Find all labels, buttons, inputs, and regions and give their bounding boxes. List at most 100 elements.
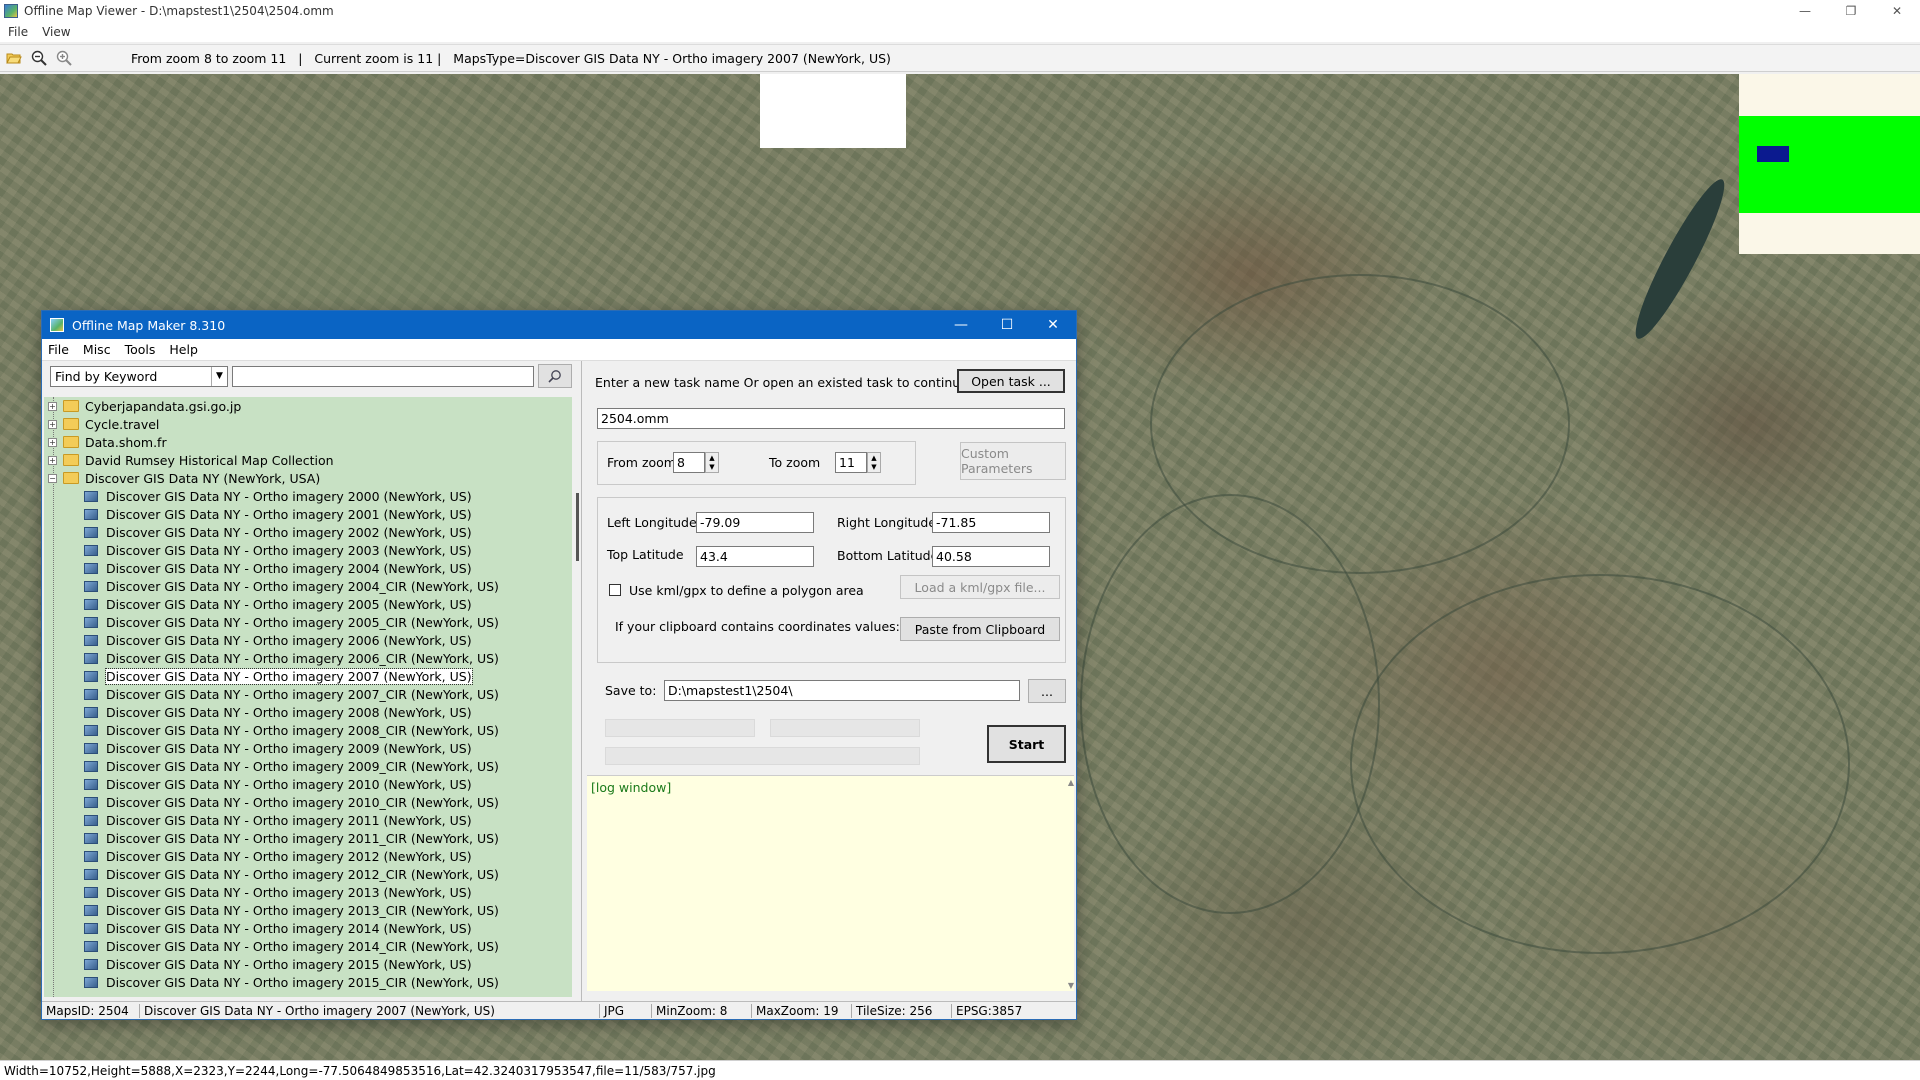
zoom-out-icon[interactable] [28,47,50,69]
tree-map-item[interactable]: Discover GIS Data NY - Ortho imagery 200… [44,595,572,613]
save-to-input[interactable]: D:\mapstest1\2504\ [664,680,1020,701]
tree-map-item[interactable]: Discover GIS Data NY - Ortho imagery 200… [44,667,572,685]
from-zoom-input[interactable]: 8 [673,452,705,473]
close-button[interactable]: ✕ [1874,0,1920,22]
dialog-close-button[interactable]: ✕ [1030,311,1076,339]
dialog-menu-file[interactable]: File [48,342,69,357]
missing-tile [760,74,906,148]
collapse-icon[interactable]: − [48,473,57,483]
menu-file[interactable]: File [8,25,28,39]
to-zoom-spinner[interactable]: ▲ ▼ [867,452,881,473]
overview-coverage [1739,116,1920,213]
browse-button[interactable]: ... [1028,679,1066,703]
tree-folder-open[interactable]: − Discover GIS Data NY (NewYork, USA) [44,469,572,487]
tree-map-item[interactable]: Discover GIS Data NY - Ortho imagery 201… [44,865,572,883]
map-layer-icon [84,850,98,862]
task-name-input[interactable]: 2504.omm [597,408,1065,429]
map-item-label: Discover GIS Data NY - Ortho imagery 201… [106,974,499,990]
dialog-titlebar[interactable]: Offline Map Maker 8.310 — ☐ ✕ [42,311,1076,339]
tree-map-item[interactable]: Discover GIS Data NY - Ortho imagery 200… [44,685,572,703]
tree-map-item[interactable]: Discover GIS Data NY - Ortho imagery 201… [44,793,572,811]
dialog-minimize-button[interactable]: — [938,311,984,339]
map-layer-icon [84,868,98,880]
tree-map-item[interactable]: Discover GIS Data NY - Ortho imagery 200… [44,505,572,523]
tree-map-item[interactable]: Discover GIS Data NY - Ortho imagery 201… [44,937,572,955]
expand-icon[interactable]: + [48,455,57,465]
bottom-latitude-input[interactable]: 40.58 [932,546,1050,567]
map-item-label: Discover GIS Data NY - Ortho imagery 200… [106,488,472,504]
tree-map-item[interactable]: Discover GIS Data NY - Ortho imagery 200… [44,631,572,649]
map-layer-icon [84,760,98,772]
tree-map-item[interactable]: Discover GIS Data NY - Ortho imagery 201… [44,901,572,919]
tree-map-item[interactable]: Discover GIS Data NY - Ortho imagery 200… [44,739,572,757]
map-layer-icon [84,616,98,628]
from-zoom-label: From zoom [607,455,676,470]
maximize-button[interactable]: ❐ [1828,0,1874,22]
map-item-label: Discover GIS Data NY - Ortho imagery 200… [106,758,499,774]
tree-map-item[interactable]: Discover GIS Data NY - Ortho imagery 201… [44,811,572,829]
paste-clipboard-button[interactable]: Paste from Clipboard [900,617,1060,641]
scrollbar-thumb[interactable] [576,493,579,561]
tree-map-item[interactable]: Discover GIS Data NY - Ortho imagery 200… [44,757,572,775]
left-longitude-input[interactable]: -79.09 [696,512,814,533]
kml-checkbox[interactable] [609,584,621,596]
load-kml-button[interactable]: Load a kml/gpx file... [900,575,1060,599]
save-to-label: Save to: [605,683,657,698]
start-button[interactable]: Start [987,725,1066,763]
custom-parameters-button[interactable]: Custom Parameters [960,442,1066,480]
map-item-label: Discover GIS Data NY - Ortho imagery 200… [106,722,499,738]
right-longitude-input[interactable]: -71.85 [932,512,1050,533]
tree-map-item[interactable]: Discover GIS Data NY - Ortho imagery 201… [44,829,572,847]
tree-map-item[interactable]: Discover GIS Data NY - Ortho imagery 201… [44,955,572,973]
dialog-menu-misc[interactable]: Misc [83,342,111,357]
overview-viewport[interactable] [1757,146,1789,162]
map-item-label: Discover GIS Data NY - Ortho imagery 200… [106,686,499,702]
tree-map-item[interactable]: Discover GIS Data NY - Ortho imagery 201… [44,847,572,865]
tree-map-item[interactable]: Discover GIS Data NY - Ortho imagery 200… [44,721,572,739]
tree-map-item[interactable]: Discover GIS Data NY - Ortho imagery 201… [44,919,572,937]
folder-open-icon[interactable] [3,47,25,69]
tree-map-item[interactable]: Discover GIS Data NY - Ortho imagery 201… [44,775,572,793]
tree-map-item[interactable]: Discover GIS Data NY - Ortho imagery 200… [44,541,572,559]
overview-map[interactable] [1739,74,1920,254]
expand-icon[interactable]: + [48,419,57,429]
tree-map-item[interactable]: Discover GIS Data NY - Ortho imagery 200… [44,559,572,577]
log-window[interactable]: [log window] ▲ ▼ [587,775,1074,991]
tree-map-item[interactable]: Discover GIS Data NY - Ortho imagery 200… [44,703,572,721]
search-button[interactable] [538,364,572,388]
dialog-maximize-button[interactable]: ☐ [984,311,1030,339]
app-icon [4,4,18,18]
expand-icon[interactable]: + [48,401,57,411]
search-mode-select[interactable]: Find by Keyword ▼ [50,365,228,387]
tree-scrollbar[interactable] [574,397,582,997]
map-item-label: Discover GIS Data NY - Ortho imagery 201… [106,830,499,846]
tree-folder[interactable]: + Cyberjapandata.gsi.go.jp [44,397,572,415]
expand-icon[interactable]: + [48,437,57,447]
to-zoom-input[interactable]: 11 [835,452,867,473]
tree-map-item[interactable]: Discover GIS Data NY - Ortho imagery 200… [44,523,572,541]
top-latitude-input[interactable]: 43.4 [696,546,814,567]
minimize-button[interactable]: — [1782,0,1828,22]
tree-folder[interactable]: + David Rumsey Historical Map Collection [44,451,572,469]
map-source-tree[interactable]: + Cyberjapandata.gsi.go.jp + Cycle.travel … [44,397,572,997]
log-scrollbar[interactable]: ▲ ▼ [1064,776,1074,992]
tree-folder[interactable]: + Data.shom.fr [44,433,572,451]
from-zoom-spinner[interactable]: ▲ ▼ [705,452,719,473]
status-maps-id: MapsID: 2504 [42,1003,140,1018]
tree-map-item[interactable]: Discover GIS Data NY - Ortho imagery 201… [44,883,572,901]
tree-map-item[interactable]: Discover GIS Data NY - Ortho imagery 201… [44,973,572,991]
map-item-label: Discover GIS Data NY - Ortho imagery 200… [106,596,472,612]
progress-bar-total [605,747,920,765]
tree-map-item[interactable]: Discover GIS Data NY - Ortho imagery 200… [44,577,572,595]
dialog-menu-tools[interactable]: Tools [125,342,156,357]
search-input[interactable] [232,365,534,387]
dialog-menu-help[interactable]: Help [169,342,198,357]
tree-map-item[interactable]: Discover GIS Data NY - Ortho imagery 200… [44,487,572,505]
open-task-button[interactable]: Open task ... [957,369,1065,393]
tree-map-item[interactable]: Discover GIS Data NY - Ortho imagery 200… [44,613,572,631]
tree-folder[interactable]: + Cycle.travel [44,415,572,433]
status-max-zoom: MaxZoom: 19 [752,1003,852,1018]
menu-view[interactable]: View [42,25,70,39]
tree-map-item[interactable]: Discover GIS Data NY - Ortho imagery 200… [44,649,572,667]
zoom-in-icon[interactable] [53,47,75,69]
